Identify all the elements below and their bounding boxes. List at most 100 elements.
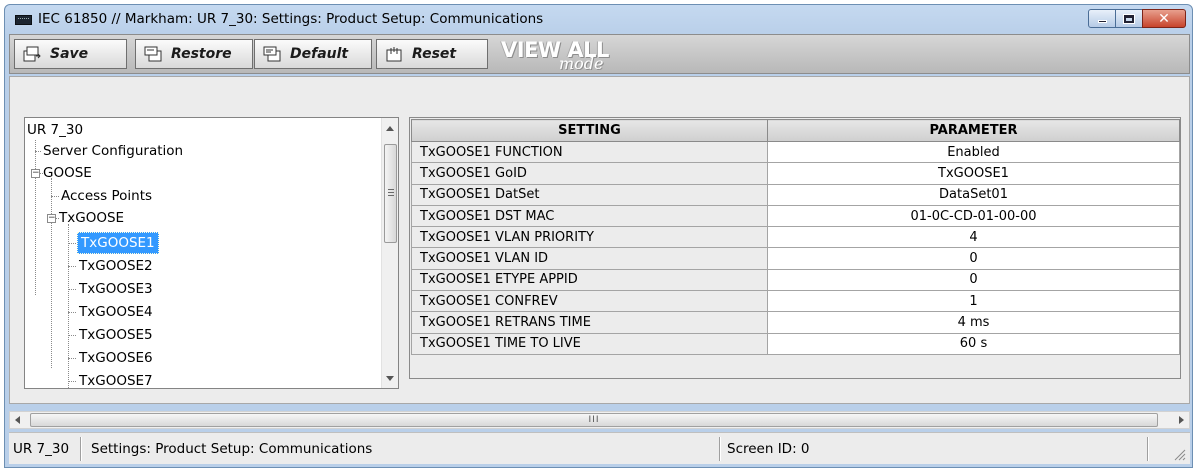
- parameter-value[interactable]: 1: [767, 290, 1180, 313]
- parameter-value[interactable]: 4: [767, 226, 1180, 249]
- table-row: TxGOOSE1 TIME TO LIVE 60 s: [411, 332, 1180, 355]
- close-icon: ✕: [1158, 10, 1170, 27]
- minimize-icon: [1097, 20, 1107, 23]
- minimize-button[interactable]: [1088, 9, 1116, 28]
- tree-root[interactable]: UR 7_30: [27, 119, 83, 141]
- tree-item-txgoose7[interactable]: TxGOOSE7: [79, 370, 153, 388]
- scroll-right-icon[interactable]: [1179, 416, 1184, 424]
- app-window: IEC 61850 // Markham: UR 7_30: Settings:…: [4, 4, 1193, 468]
- setting-name: TxGOOSE1 GoID: [411, 162, 768, 185]
- scroll-left-icon[interactable]: [15, 416, 20, 424]
- column-header-parameter[interactable]: PARAMETER: [767, 119, 1180, 142]
- tree-item-txgoose5[interactable]: TxGOOSE5: [79, 324, 153, 346]
- tree-item-txgoose6[interactable]: TxGOOSE6: [79, 347, 153, 369]
- monitor-icon: [15, 15, 32, 25]
- view-all-mode-indicator: VIEW ALL mode: [501, 38, 671, 73]
- toolbar: Save Restore Default Reset VIEW ALL mode: [9, 34, 1190, 74]
- tree-item-txgoose1-selected[interactable]: TxGOOSE1: [77, 232, 159, 254]
- parameter-value[interactable]: 0: [767, 268, 1180, 292]
- table-row: TxGOOSE1 DST MAC 01-0C-CD-01-00-00: [411, 204, 1180, 228]
- window-title: IEC 61850 // Markham: UR 7_30: Settings:…: [38, 11, 544, 27]
- settings-table: SETTING PARAMETER TxGOOSE1 FUNCTION Enabl…: [411, 119, 1180, 355]
- maximize-icon: [1123, 13, 1135, 24]
- setting-name: TxGOOSE1 VLAN ID: [411, 247, 768, 270]
- horizontal-scrollbar[interactable]: III: [9, 411, 1190, 429]
- scroll-thumb[interactable]: [384, 144, 397, 243]
- setting-name: TxGOOSE1 DST MAC: [411, 204, 768, 228]
- parameter-value[interactable]: 0: [767, 247, 1180, 270]
- status-divider: [719, 437, 721, 461]
- scroll-up-icon[interactable]: [386, 126, 394, 131]
- default-label: Default: [290, 46, 349, 62]
- setting-name: TxGOOSE1 FUNCTION: [411, 140, 768, 164]
- table-row: TxGOOSE1 ETYPE APPID 0: [411, 268, 1180, 292]
- parameter-value[interactable]: 01-0C-CD-01-00-00: [767, 204, 1180, 228]
- setting-name: TxGOOSE1 TIME TO LIVE: [411, 332, 768, 355]
- parameter-value[interactable]: Enabled: [767, 140, 1180, 164]
- table-header-row: SETTING PARAMETER: [411, 119, 1180, 142]
- tree-connector: [35, 151, 41, 152]
- tree-item-access-points[interactable]: Access Points: [61, 185, 152, 207]
- resize-grip-icon[interactable]: [1172, 447, 1186, 461]
- table-row: TxGOOSE1 FUNCTION Enabled: [411, 140, 1180, 164]
- tree-connector: [68, 358, 76, 359]
- tree-item-txgoose2[interactable]: TxGOOSE2: [79, 255, 153, 277]
- parameter-value[interactable]: DataSet01: [767, 183, 1180, 206]
- tree-vertical-scrollbar[interactable]: [381, 118, 398, 388]
- status-divider: [1147, 437, 1149, 461]
- tree-item-txgoose[interactable]: TxGOOSE: [59, 207, 124, 229]
- title-bar[interactable]: IEC 61850 // Markham: UR 7_30: Settings:…: [5, 5, 1192, 35]
- tree-item-server-configuration[interactable]: Server Configuration: [43, 140, 183, 162]
- default-icon: [263, 46, 281, 62]
- default-button[interactable]: Default: [254, 39, 372, 69]
- status-path: Settings: Product Setup: Communications: [91, 441, 373, 457]
- close-button[interactable]: ✕: [1142, 9, 1186, 28]
- maximize-button[interactable]: [1115, 9, 1143, 28]
- grip-line: [388, 195, 394, 196]
- tree-connector: [51, 196, 59, 197]
- table-row: TxGOOSE1 GoID TxGOOSE1: [411, 162, 1180, 185]
- reset-label: Reset: [412, 46, 457, 62]
- restore-label: Restore: [171, 46, 232, 62]
- settings-tree[interactable]: UR 7_30 Server Configuration − GOOSE Acc…: [24, 117, 399, 389]
- scroll-down-icon[interactable]: [386, 376, 394, 381]
- save-button[interactable]: Save: [14, 39, 127, 69]
- setting-name: TxGOOSE1 VLAN PRIORITY: [411, 226, 768, 249]
- window-controls: ✕: [1088, 9, 1186, 29]
- content-area: UR 7_30 Server Configuration − GOOSE Acc…: [9, 76, 1190, 404]
- scroll-grip: III: [588, 415, 600, 425]
- setting-name: TxGOOSE1 DatSet: [411, 183, 768, 206]
- status-device: UR 7_30: [13, 441, 70, 457]
- tree-connector: [68, 312, 76, 313]
- tree-connector: [68, 243, 76, 244]
- parameter-value[interactable]: 4 ms: [767, 311, 1180, 334]
- grip-line: [388, 192, 394, 193]
- tree-connector: [68, 224, 69, 388]
- tree-item-txgoose4[interactable]: TxGOOSE4: [79, 301, 153, 323]
- table-row: TxGOOSE1 VLAN PRIORITY 4: [411, 226, 1180, 249]
- parameter-value[interactable]: 60 s: [767, 332, 1180, 355]
- tree-connector: [35, 140, 36, 295]
- parameter-value[interactable]: TxGOOSE1: [767, 162, 1180, 185]
- collapse-icon[interactable]: −: [31, 169, 40, 178]
- tree-item-txgoose3[interactable]: TxGOOSE3: [79, 278, 153, 300]
- table-row: TxGOOSE1 VLAN ID 0: [411, 247, 1180, 270]
- reset-button[interactable]: Reset: [376, 39, 488, 69]
- tree-connector: [68, 335, 76, 336]
- tree-connector: [68, 266, 76, 267]
- tree-connector: [51, 178, 52, 368]
- save-label: Save: [50, 46, 89, 62]
- save-icon: [23, 46, 41, 62]
- collapse-icon[interactable]: −: [47, 214, 56, 223]
- setting-name: TxGOOSE1 RETRANS TIME: [411, 311, 768, 334]
- settings-grid: SETTING PARAMETER TxGOOSE1 FUNCTION Enabl…: [409, 117, 1181, 379]
- reset-icon: [386, 47, 402, 62]
- horizontal-scroll-thumb[interactable]: III: [30, 413, 1158, 427]
- restore-button[interactable]: Restore: [135, 39, 253, 69]
- tree-content: UR 7_30 Server Configuration − GOOSE Acc…: [25, 118, 363, 388]
- table-row: TxGOOSE1 DatSet DataSet01: [411, 183, 1180, 206]
- column-header-setting[interactable]: SETTING: [411, 119, 768, 142]
- status-screen-id: Screen ID: 0: [727, 441, 810, 457]
- setting-name: TxGOOSE1 ETYPE APPID: [411, 268, 768, 292]
- tree-item-goose[interactable]: GOOSE: [43, 162, 92, 184]
